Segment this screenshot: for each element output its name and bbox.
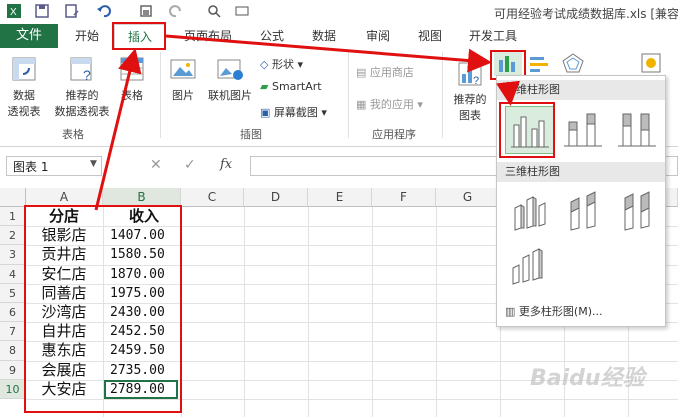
arrow-chart-to-gallery xyxy=(496,80,520,106)
arrow-insert-to-chart xyxy=(165,34,492,73)
annotation-arrows xyxy=(94,34,520,211)
watermark: Baidu经验 xyxy=(530,366,645,391)
arrow-data-to-insert xyxy=(94,48,142,211)
